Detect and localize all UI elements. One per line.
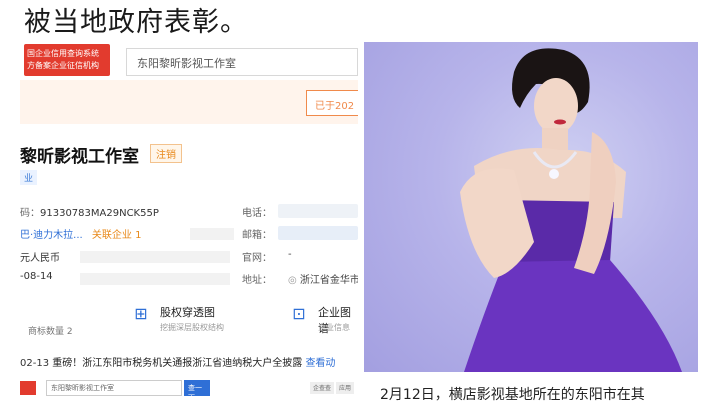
promo-line-2: 方备案企业征信机构: [27, 61, 99, 70]
news-date: 02-13: [20, 358, 50, 369]
establish-date: -08-14: [20, 271, 53, 282]
credit-code-value: 91330783MA29NCK55P: [40, 208, 159, 219]
phone-label: 电话：: [242, 208, 272, 219]
legal-rep-link[interactable]: 巴·迪力木拉...: [20, 230, 83, 241]
notice-button[interactable]: 已于202: [306, 90, 358, 116]
address-text: 浙江省金华市: [299, 275, 358, 286]
capital-value: 元人民币: [20, 253, 60, 264]
company-search-input[interactable]: 东阳黎昕影视工作室: [126, 48, 358, 76]
email-value-blurred[interactable]: [278, 226, 358, 240]
equity-chart-subtitle: 挖掘深层股权结构: [160, 323, 224, 332]
promo-line-1: 国企业信用查询系统: [27, 49, 99, 58]
headline: 被当地政府表彰。: [24, 7, 248, 38]
lips-shape: [554, 119, 566, 125]
company-name: 黎昕影视工作室: [20, 147, 139, 167]
related-company-link[interactable]: 关联企业 1: [92, 230, 142, 241]
credit-code-label: 码：: [20, 208, 40, 219]
bottom-search-input[interactable]: 东阳黎昕影视工作室: [46, 380, 182, 396]
pendant-shape: [549, 169, 559, 179]
news-ticker[interactable]: 02-13 重磅！浙江东阳市税务机关通报浙江省迪纳税大户全披露 查看动: [20, 354, 358, 369]
blurred-bar: [80, 273, 230, 285]
bottom-search-button[interactable]: 查一下: [184, 380, 210, 402]
enterprise-graph-icon: ⊡: [292, 304, 306, 323]
photo-caption: 2月12日，横店影视基地所在的东阳市在其: [380, 387, 645, 403]
logo-icon: [20, 381, 36, 395]
company-tag: 业: [20, 170, 38, 185]
status-badge: 注销: [150, 144, 182, 163]
bottom-chip-1[interactable]: 企查查: [310, 382, 335, 394]
location-icon: ◎: [288, 275, 297, 286]
bottom-chip-2[interactable]: 应用: [336, 382, 355, 394]
equity-chart-title[interactable]: 股权穿透图: [160, 304, 215, 320]
website-label: 官网：: [242, 253, 272, 264]
news-text: 重磅！浙江东阳市税务机关通报浙江省迪纳税大户全披露: [52, 358, 303, 369]
legal-rep-row: 巴·迪力木拉... 关联企业 1: [20, 226, 141, 241]
photo-illustration: [460, 48, 682, 372]
phone-value-blurred[interactable]: [278, 204, 358, 218]
celebrity-photo: [364, 42, 698, 372]
news-more-link[interactable]: 查看动: [305, 358, 335, 369]
notice-banner: 已于202: [20, 80, 358, 124]
address-label: 地址：: [242, 275, 272, 286]
blurred-bar: [80, 251, 230, 263]
promo-banner[interactable]: 国企业信用查询系统 方备案企业征信机构: [24, 44, 110, 76]
email-label: 邮箱：: [242, 230, 272, 241]
address-value: ◎ 浙江省金华市: [288, 271, 358, 286]
face-shape: [534, 78, 578, 134]
credit-code-row: 码：91330783MA29NCK55P: [20, 204, 159, 219]
trademark-count: 商标数量 2: [28, 327, 73, 337]
enterprise-graph-subtitle: 企业信息: [318, 323, 350, 332]
equity-chart-icon: ⊞: [134, 304, 148, 323]
website-value: -: [288, 249, 292, 260]
blurred-bar: [190, 228, 234, 240]
company-info-screenshot: 国企业信用查询系统 方备案企业征信机构 东阳黎昕影视工作室 已于202 黎昕影视…: [20, 42, 358, 405]
